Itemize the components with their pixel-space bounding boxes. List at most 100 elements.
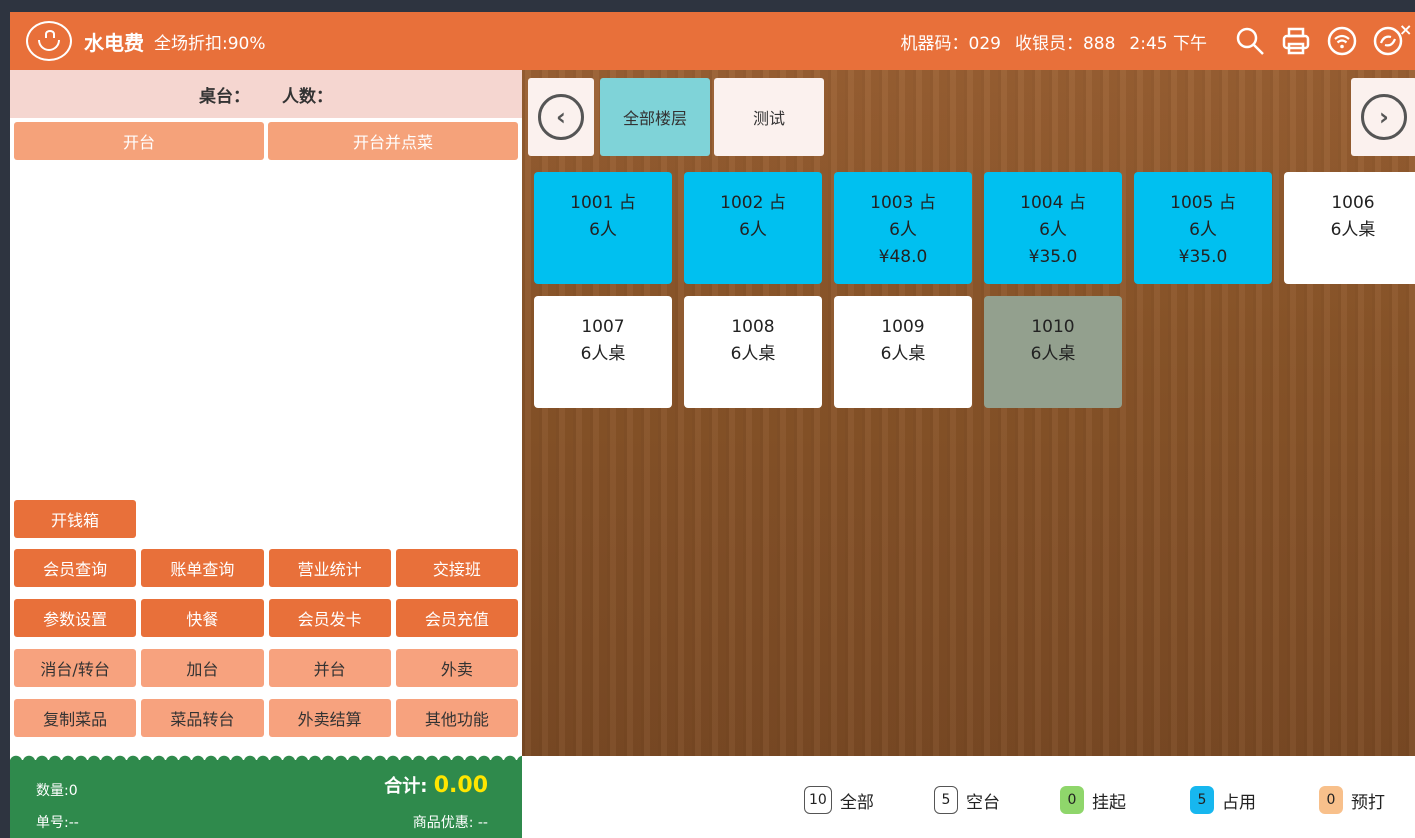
table-line1: 1005 占	[1170, 193, 1236, 213]
legend-occupied[interactable]: 5 占用	[1190, 786, 1256, 814]
function-row-3: 消台/转台 加台 并台 外卖	[14, 649, 518, 687]
legend-count-occupied: 5	[1190, 786, 1214, 814]
shift-handover-button[interactable]: 交接班	[395, 549, 518, 587]
logo-icon	[26, 21, 72, 61]
legend-label-free: 空台	[966, 792, 1000, 813]
legend-count-hold: 0	[1060, 786, 1084, 814]
total-amount: 合计: 0.00	[384, 772, 488, 798]
table-map: ‹ 全部楼层 测试 › 1001 占 6人 1002 占 6人 1003 占 6…	[522, 70, 1415, 756]
table-tile-1001[interactable]: 1001 占 6人	[534, 172, 672, 284]
table-tile-1002[interactable]: 1002 占 6人	[684, 172, 822, 284]
open-and-order-button[interactable]: 开台并点菜	[268, 122, 518, 160]
merge-table-button[interactable]: 并台	[268, 649, 391, 687]
item-discount-label: 商品优惠: --	[412, 815, 488, 831]
table-tile-1006[interactable]: 1006 6人桌	[1284, 172, 1415, 284]
table-line2: 6人桌	[1330, 220, 1376, 240]
legend-preprint[interactable]: 0 预打	[1319, 786, 1385, 814]
table-line2: 6人	[739, 220, 767, 240]
printer-icon[interactable]	[1279, 24, 1313, 58]
legend-count-free: 5	[934, 786, 958, 814]
legend-count-preprint: 0	[1319, 786, 1343, 814]
close-icon[interactable]: ×	[1399, 22, 1415, 38]
legend-label-hold: 挂起	[1092, 792, 1126, 813]
floor-tab-test[interactable]: 测试	[714, 78, 824, 156]
add-table-button[interactable]: 加台	[141, 649, 264, 687]
table-line3: ¥35.0	[1178, 247, 1228, 267]
legend-all[interactable]: 10 全部	[804, 786, 874, 814]
legend-label-preprint: 预打	[1351, 792, 1385, 813]
table-tile-1003[interactable]: 1003 占 6人 ¥48.0	[834, 172, 972, 284]
legend-count-all: 10	[804, 786, 832, 814]
status-legend: 10 全部 5 空台 0 挂起 5 占用 0 预打	[522, 756, 1415, 838]
function-row-2: 参数设置 快餐 会员发卡 会员充值	[14, 599, 518, 637]
table-line1: 1003 占	[870, 193, 936, 213]
open-table-button[interactable]: 开台	[14, 122, 264, 160]
table-line3: ¥35.0	[1028, 247, 1078, 267]
clock: 2:45 下午	[1129, 33, 1207, 54]
legend-hold[interactable]: 0 挂起	[1060, 786, 1126, 814]
member-card-button[interactable]: 会员发卡	[268, 599, 391, 637]
table-line1: 1002 占	[720, 193, 786, 213]
function-row-1: 会员查询 账单查询 营业统计 交接班	[14, 549, 518, 587]
table-label: 桌台：	[199, 86, 250, 107]
table-tile-1007[interactable]: 1007 6人桌	[534, 296, 672, 408]
table-line2: 6人	[889, 220, 917, 240]
quantity-label: 数量:0	[36, 783, 78, 799]
table-line1: 1007	[581, 317, 625, 337]
legend-label-all: 全部	[839, 792, 874, 813]
table-line2: 6人桌	[880, 344, 926, 364]
total-label: 合计:	[384, 776, 428, 797]
legend-free[interactable]: 5 空台	[934, 786, 1000, 814]
clear-transfer-table-button[interactable]: 消台/转台	[14, 649, 137, 687]
table-line3: ¥48.0	[878, 247, 928, 267]
order-panel: 桌台： 人数： 开台 开台并点菜 开钱箱 会员查询 账单查询 营业统计 交接班 …	[10, 70, 522, 838]
table-tile-1004[interactable]: 1004 占 6人 ¥35.0	[984, 172, 1122, 284]
machine-code: 机器码：029	[900, 33, 1001, 54]
fast-food-button[interactable]: 快餐	[141, 599, 264, 637]
table-line1: 1006	[1331, 193, 1375, 213]
settings-button[interactable]: 参数设置	[14, 599, 137, 637]
dish-transfer-button[interactable]: 菜品转台	[141, 699, 264, 737]
takeout-settle-button[interactable]: 外卖结算	[268, 699, 391, 737]
table-line2: 6人	[589, 220, 617, 240]
table-line1: 1008	[731, 317, 775, 337]
bill-query-button[interactable]: 账单查询	[141, 549, 264, 587]
table-tile-1008[interactable]: 1008 6人桌	[684, 296, 822, 408]
table-line2: 6人桌	[1030, 344, 1076, 364]
total-value: 0.00	[433, 773, 488, 798]
member-query-button[interactable]: 会员查询	[14, 549, 137, 587]
table-info-bar: 桌台： 人数：	[10, 70, 522, 118]
wifi-icon[interactable]	[1325, 24, 1359, 58]
table-line1: 1010	[1031, 317, 1075, 337]
member-recharge-button[interactable]: 会员充值	[395, 599, 518, 637]
table-line1: 1004 占	[1020, 193, 1086, 213]
search-icon[interactable]	[1233, 24, 1267, 58]
legend-label-occupied: 占用	[1222, 792, 1256, 813]
table-tile-1010[interactable]: 1010 6人桌	[984, 296, 1122, 408]
business-stats-button[interactable]: 营业统计	[268, 549, 391, 587]
takeout-button[interactable]: 外卖	[395, 649, 518, 687]
discount-label: 全场折扣:90%	[154, 33, 266, 54]
open-cash-box-button[interactable]: 开钱箱	[14, 500, 136, 538]
table-line2: 6人桌	[730, 344, 776, 364]
table-tile-1009[interactable]: 1009 6人桌	[834, 296, 972, 408]
app-window: 水电费 全场折扣:90% 机器码：029 收银员：888 2:45 下午 × 桌…	[10, 12, 1415, 838]
floor-tab-all[interactable]: 全部楼层	[600, 78, 710, 156]
prev-page-button[interactable]: ‹	[528, 78, 594, 156]
function-row-4: 复制菜品 菜品转台 外卖结算 其他功能	[14, 699, 518, 737]
order-number-label: 单号:--	[36, 815, 79, 831]
chevron-left-icon: ‹	[538, 94, 584, 140]
table-line1: 1001 占	[570, 193, 636, 213]
next-page-button[interactable]: ›	[1351, 78, 1415, 156]
table-line2: 6人	[1039, 220, 1067, 240]
header-bar: 水电费 全场折扣:90% 机器码：029 收银员：888 2:45 下午 ×	[10, 12, 1415, 70]
table-tile-1005[interactable]: 1005 占 6人 ¥35.0	[1134, 172, 1272, 284]
store-title: 水电费	[84, 30, 144, 55]
order-summary: 数量:0 单号:-- 合计: 0.00 商品优惠: --	[10, 760, 522, 838]
chevron-right-icon: ›	[1361, 94, 1407, 140]
copy-dish-button[interactable]: 复制菜品	[14, 699, 137, 737]
cashier-label: 收银员：888	[1014, 33, 1116, 54]
people-label: 人数：	[282, 86, 333, 107]
other-functions-button[interactable]: 其他功能	[395, 699, 518, 737]
table-line2: 6人桌	[580, 344, 626, 364]
